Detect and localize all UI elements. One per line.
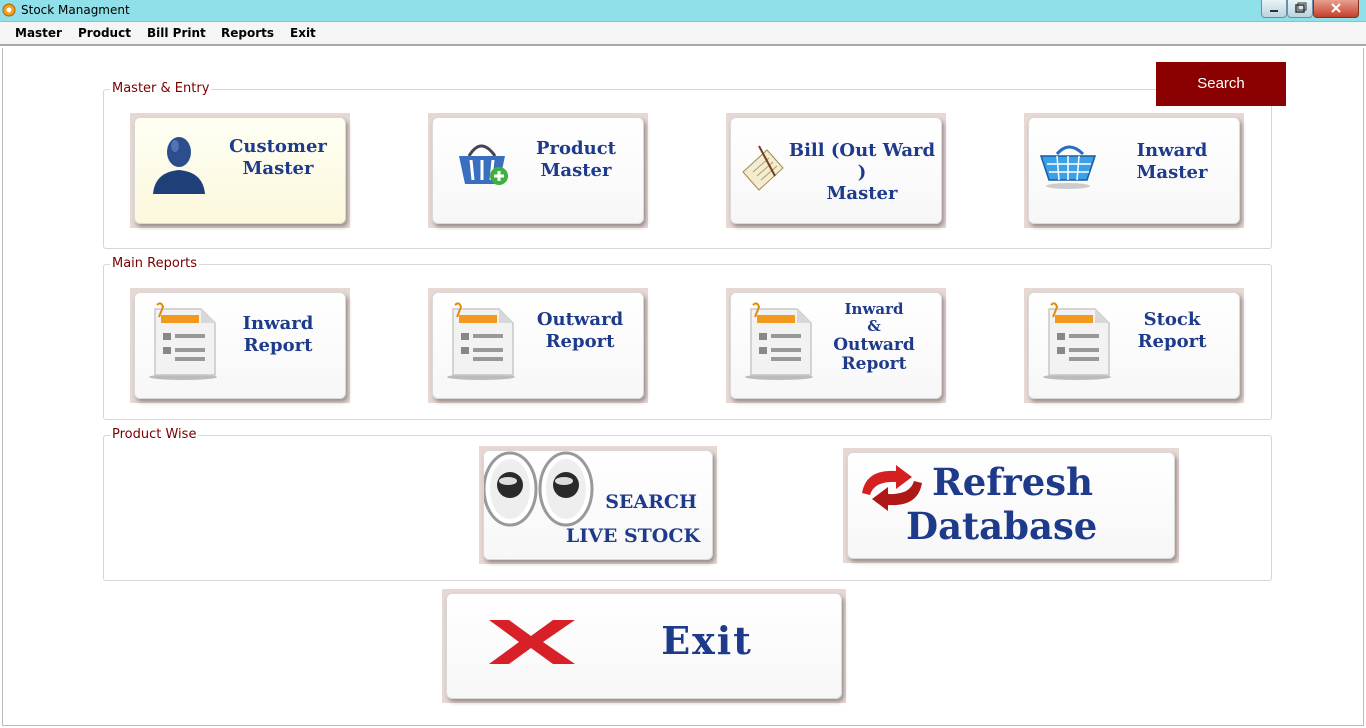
product-master-button[interactable]: Product Master xyxy=(428,113,648,228)
customer-master-button[interactable]: Customer Master xyxy=(130,113,350,228)
report-icon xyxy=(745,302,813,380)
search-live-stock-button[interactable]: SEARCH LIVE STOCK xyxy=(479,446,717,564)
stock-report-button[interactable]: Stock Report xyxy=(1024,288,1244,403)
minimize-icon xyxy=(1270,10,1278,12)
menu-master[interactable]: Master xyxy=(15,26,62,40)
menu-bill-print[interactable]: Bill Print xyxy=(147,26,206,40)
inward-report-line2: Report xyxy=(243,334,313,356)
inward-outward-report-button[interactable]: Inward & Outward Report xyxy=(726,288,946,403)
product-master-line1: Product xyxy=(536,138,616,159)
refresh-line1: Refresh xyxy=(932,460,1093,504)
close-x-icon xyxy=(489,620,575,664)
product-master-line2: Master xyxy=(540,159,612,181)
title-bar: Stock Managment xyxy=(0,0,1366,22)
live-stock-line1: SEARCH xyxy=(605,491,697,513)
report-icon xyxy=(149,302,217,380)
menu-reports[interactable]: Reports xyxy=(221,26,274,40)
report-icon xyxy=(1043,302,1111,380)
outward-report-button[interactable]: Outward Report xyxy=(428,288,648,403)
restore-button[interactable] xyxy=(1287,0,1313,18)
group-label-product-wise: Product Wise xyxy=(110,427,199,442)
io-report-line2: & xyxy=(867,317,881,336)
inward-master-button[interactable]: Inward Master xyxy=(1024,113,1244,228)
basket-add-icon xyxy=(459,144,508,185)
bill-master-line2: Master xyxy=(826,183,898,205)
inward-report-button[interactable]: Inward Report xyxy=(130,288,350,403)
shopping-basket-icon xyxy=(1039,145,1097,189)
inward-report-line1: Inward xyxy=(242,313,314,334)
outward-report-line1: Outward xyxy=(536,309,624,330)
report-icon xyxy=(447,302,515,380)
io-report-line1: Inward xyxy=(844,300,904,318)
customer-master-line2: Master xyxy=(242,157,314,179)
outward-report-line2: Report xyxy=(545,330,615,352)
group-label-master-entry: Master & Entry xyxy=(110,81,212,96)
bill-outward-master-button[interactable]: Bill (Out Ward ) Master xyxy=(726,113,946,228)
bill-master-line1: Bill (Out Ward ) xyxy=(788,140,936,183)
stock-report-line1: Stock xyxy=(1143,309,1201,330)
minimize-button[interactable] xyxy=(1261,0,1287,18)
close-icon xyxy=(1331,3,1341,13)
exit-label: Exit xyxy=(661,618,753,663)
inward-master-line1: Inward xyxy=(1136,140,1208,161)
bill-document-icon xyxy=(742,145,784,191)
app-icon xyxy=(2,3,16,17)
exit-button[interactable]: Exit xyxy=(442,589,846,703)
refresh-database-button[interactable]: Refresh Database xyxy=(843,448,1179,563)
group-label-main-reports: Main Reports xyxy=(110,256,200,271)
customer-master-line1: Customer xyxy=(229,136,327,157)
customer-icon xyxy=(153,137,205,194)
restore-icon xyxy=(1295,2,1307,13)
menu-exit[interactable]: Exit xyxy=(290,26,316,40)
window-title: Stock Managment xyxy=(21,3,130,17)
inward-master-line2: Master xyxy=(1136,161,1208,183)
stock-report-line2: Report xyxy=(1137,330,1207,352)
search-button[interactable]: Search xyxy=(1156,62,1286,106)
io-report-line4: Report xyxy=(841,354,907,375)
menu-product[interactable]: Product xyxy=(78,26,131,40)
menu-bar: Master Product Bill Print Reports Exit xyxy=(0,22,1366,46)
refresh-line2: Database xyxy=(906,504,1098,548)
close-button[interactable] xyxy=(1313,0,1359,18)
io-report-line3: Outward xyxy=(833,334,915,355)
live-stock-line2: LIVE STOCK xyxy=(565,525,700,547)
eyes-icon xyxy=(484,451,594,527)
